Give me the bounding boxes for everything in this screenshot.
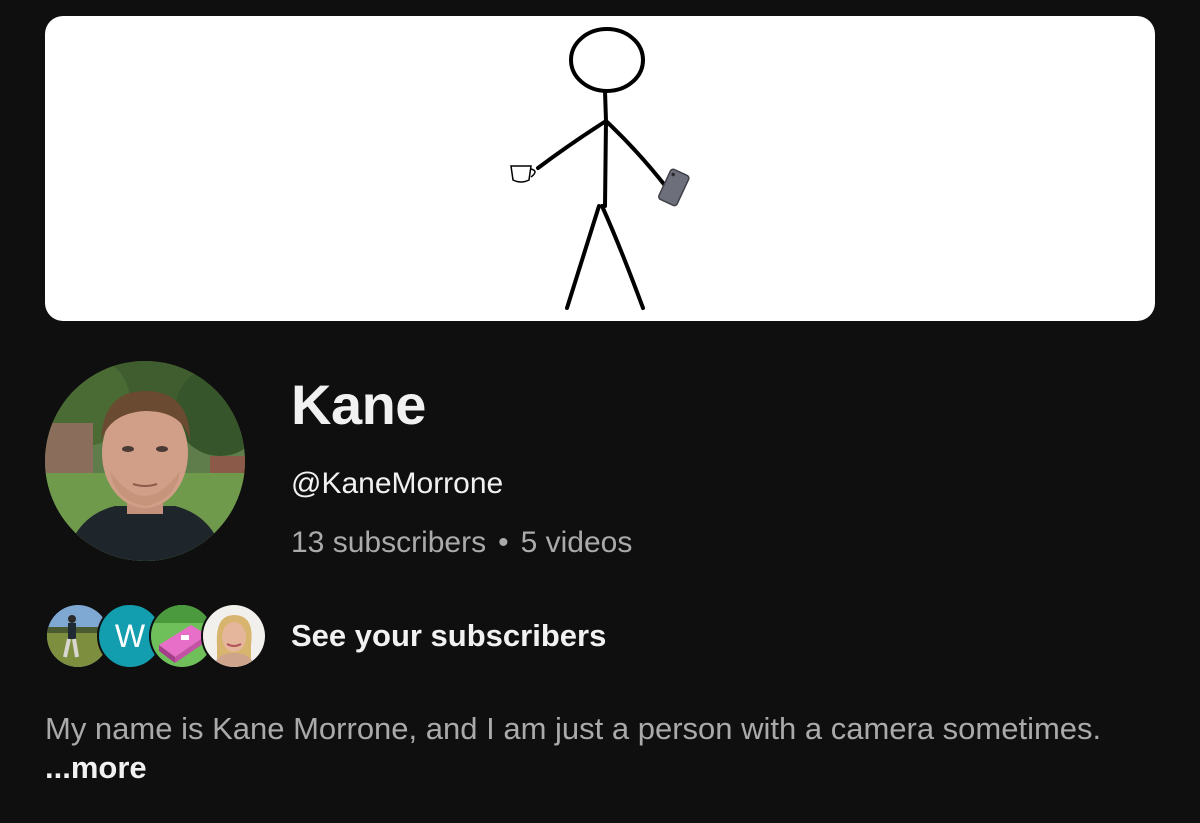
woman-portrait-icon bbox=[203, 605, 265, 667]
channel-banner bbox=[45, 16, 1155, 321]
channel-stats: 13 subscribers • 5 videos bbox=[291, 525, 632, 561]
subscriber-avatar bbox=[201, 603, 267, 669]
channel-avatar[interactable] bbox=[45, 361, 245, 561]
subscriber-count: 13 subscribers bbox=[291, 526, 487, 559]
stick-figure-illustration bbox=[510, 27, 690, 310]
more-link[interactable]: ...more bbox=[45, 750, 147, 785]
channel-description: My name is Kane Morrone, and I am just a… bbox=[45, 709, 1155, 787]
channel-handle: @KaneMorrone bbox=[291, 467, 504, 500]
profile-photo-icon bbox=[45, 361, 245, 561]
channel-name: Kane bbox=[291, 373, 426, 436]
video-count: 5 videos bbox=[520, 526, 633, 559]
description-text: My name is Kane Morrone, and I am just a… bbox=[45, 711, 1102, 746]
see-subscribers-button[interactable]: W See your subscribers bbox=[45, 602, 745, 672]
stats-separator: • bbox=[498, 526, 509, 559]
subscriber-avatars: W bbox=[45, 602, 270, 672]
see-subscribers-label[interactable]: See your subscribers bbox=[291, 618, 606, 654]
